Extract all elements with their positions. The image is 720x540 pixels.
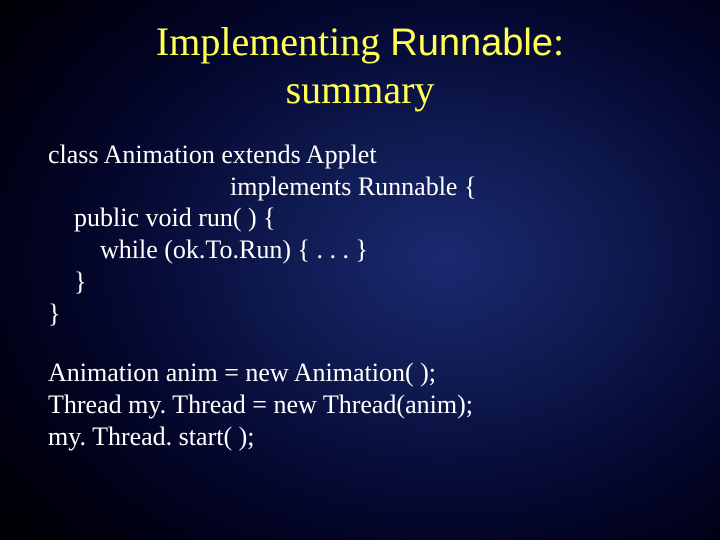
code-block-class: class Animation extends Applet implement… — [48, 139, 672, 329]
code-block-usage: Animation anim = new Animation( ); Threa… — [48, 357, 672, 452]
code-line: } — [48, 267, 86, 296]
code-line: Animation anim = new Animation( ); — [48, 358, 436, 387]
title-post: : — [553, 19, 564, 64]
title-pre: Implementing — [156, 19, 390, 64]
code-line: class Animation extends Applet — [48, 140, 377, 169]
code-line: while (ok.To.Run) { . . . } — [48, 235, 368, 264]
code-line: implements Runnable { — [48, 172, 476, 201]
code-line: } — [48, 299, 60, 328]
title-mono: Runnable — [390, 22, 553, 64]
code-line: my. Thread. start( ); — [48, 422, 255, 451]
code-line: Thread my. Thread = new Thread(anim); — [48, 390, 473, 419]
slide: Implementing Runnable: summary class Ani… — [0, 0, 720, 540]
code-line: public void run( ) { — [48, 203, 276, 232]
slide-title: Implementing Runnable: summary — [48, 18, 672, 113]
title-line2: summary — [286, 67, 435, 112]
